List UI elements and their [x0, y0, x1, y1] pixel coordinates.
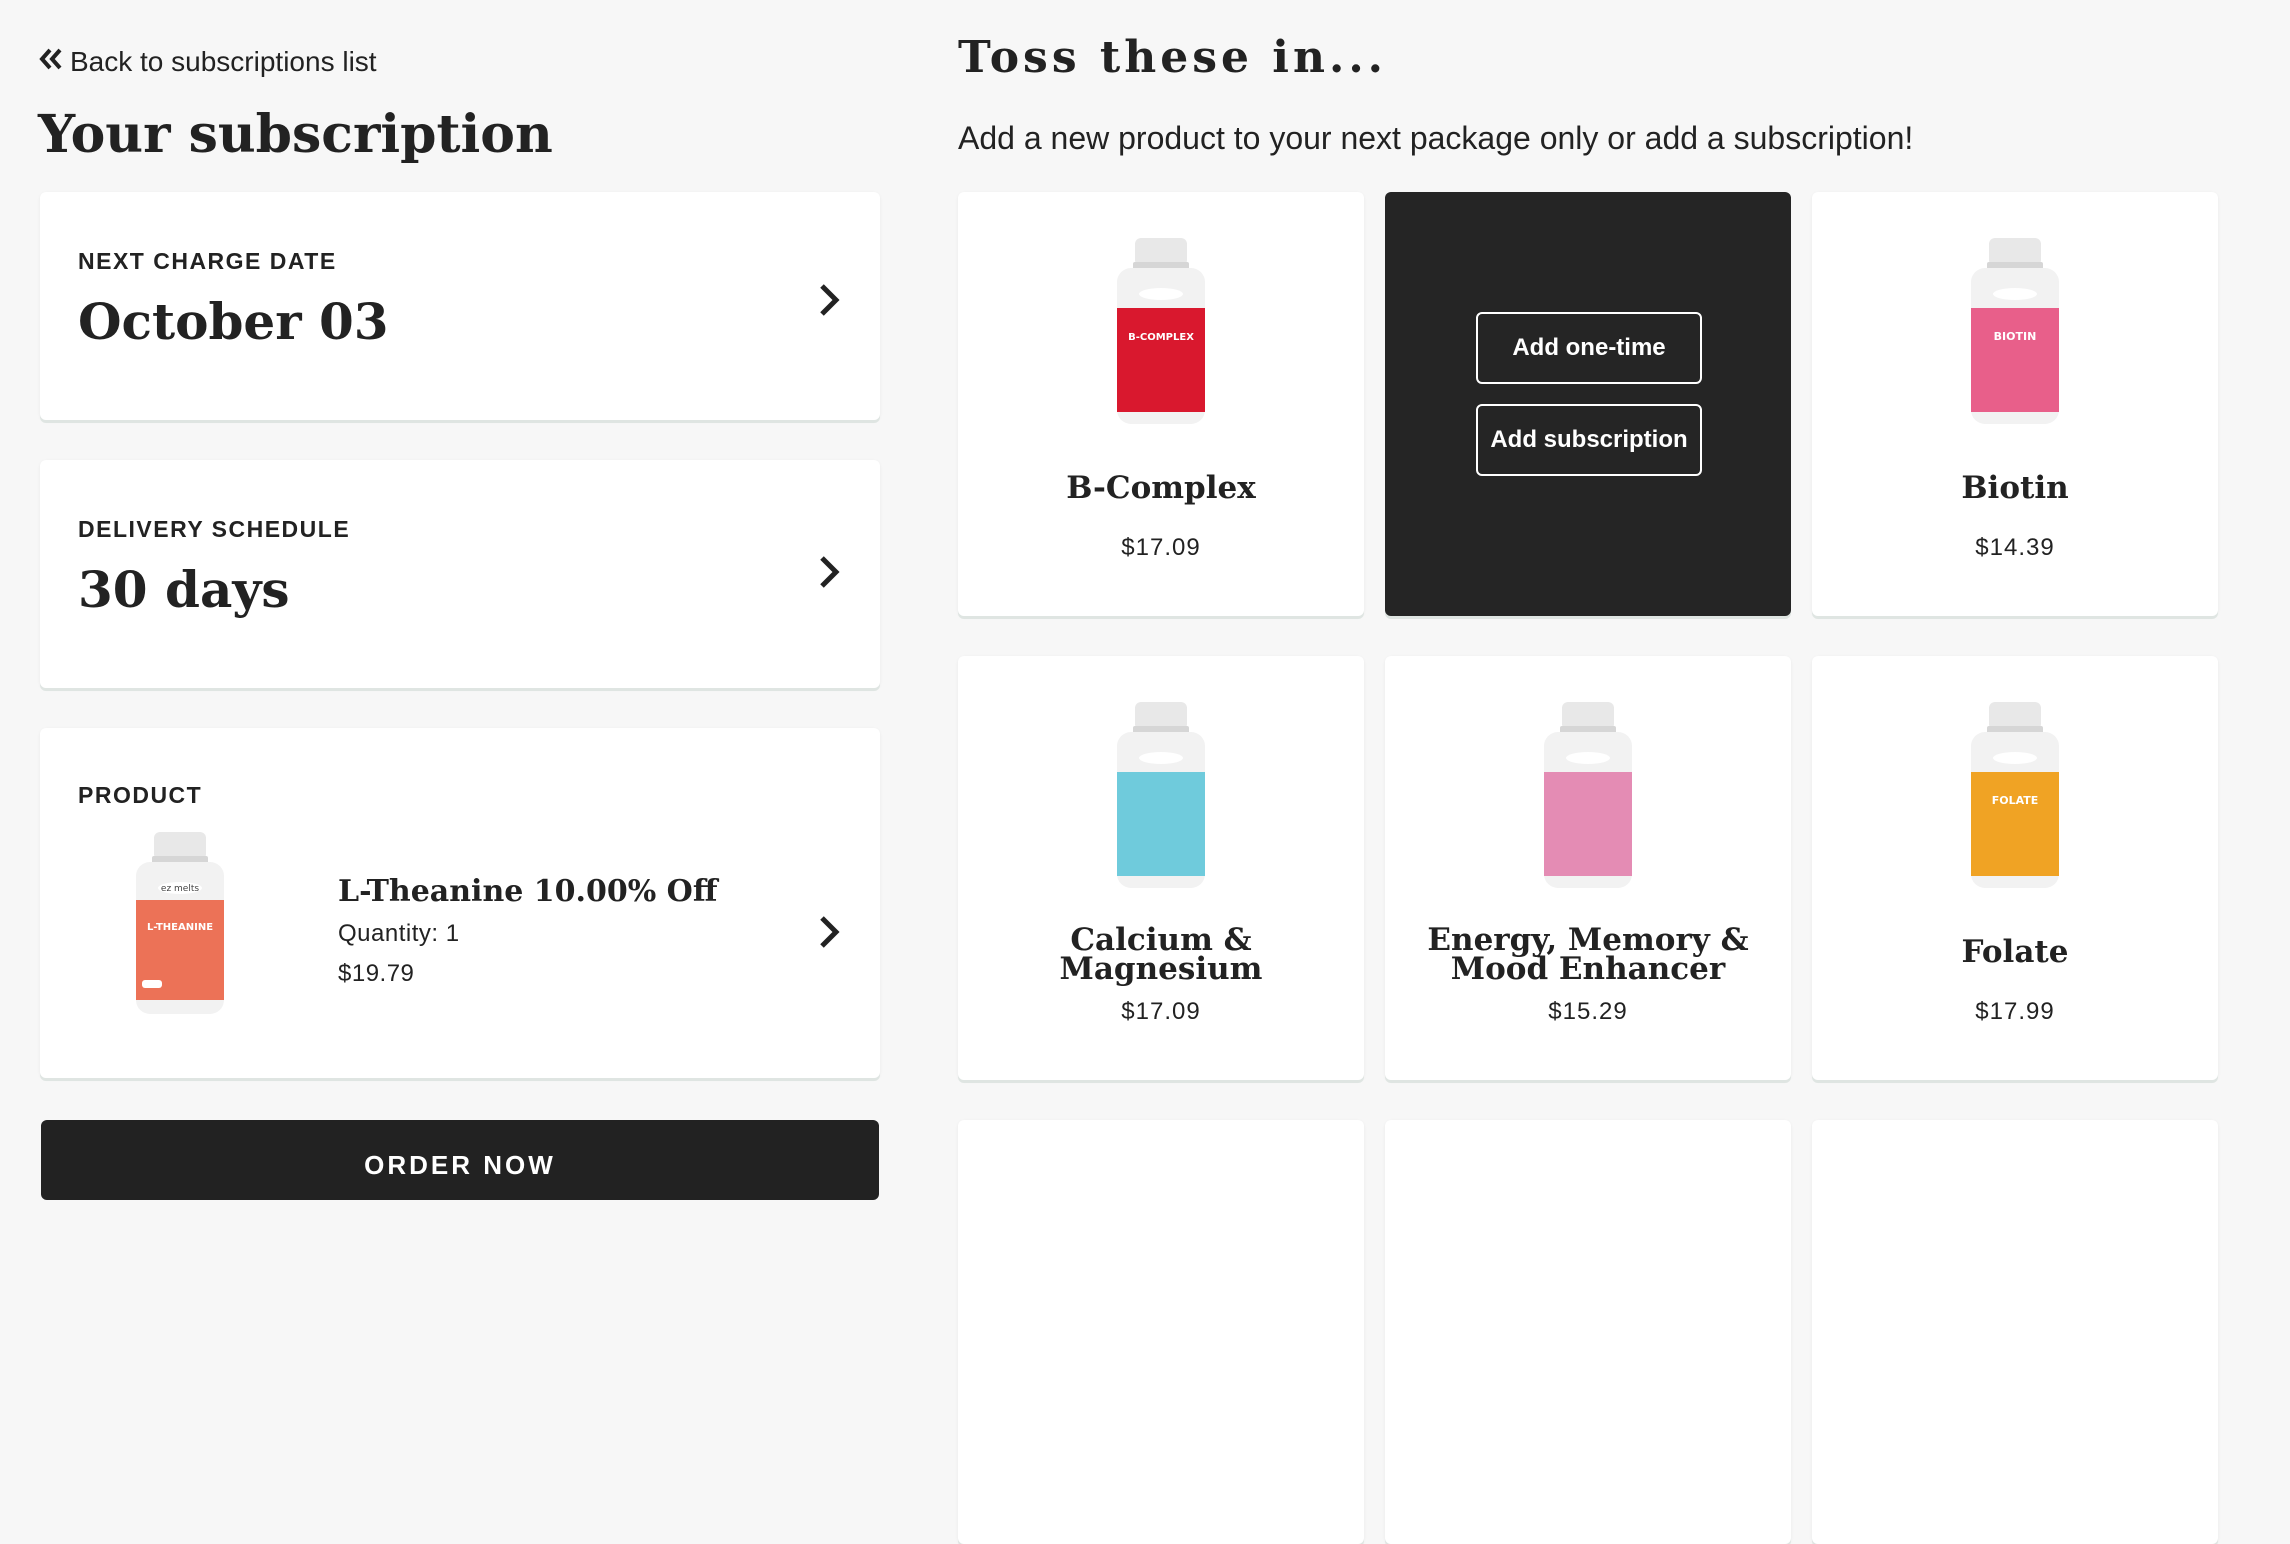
addons-subtitle: Add a new product to your next package o…	[958, 120, 1914, 156]
brand-logo-text: ez melts	[161, 884, 199, 894]
product-quantity: Quantity: 1	[338, 920, 460, 947]
delivery-schedule-label: DELIVERY SCHEDULE	[78, 516, 351, 542]
chevron-right-icon	[820, 556, 840, 588]
next-charge-label: NEXT CHARGE DATE	[78, 248, 337, 274]
product-price: $15.29	[1548, 998, 1628, 1025]
product-name-line-2: Magnesium	[1059, 951, 1263, 987]
order-now-button[interactable]: ORDER NOW	[41, 1120, 879, 1200]
bottle-label-text: L-THEANINE	[147, 922, 213, 933]
next-charge-date-card[interactable]: NEXT CHARGE DATE October 03	[40, 192, 880, 420]
back-link-label: Back to subscriptions list	[70, 46, 377, 77]
product-bottle-image: B-COMPLEX	[1117, 238, 1205, 424]
addons-title: Toss these in...	[958, 32, 1387, 83]
product-price: $17.09	[1121, 998, 1201, 1025]
product-name: Energy, Memory & Mood Enhancer	[1395, 925, 1781, 987]
product-name: Biotin	[1961, 470, 2069, 506]
product-card-folate[interactable]: FOLATE Folate $17.99	[1812, 656, 2218, 1080]
delivery-schedule-card[interactable]: DELIVERY SCHEDULE 30 days	[40, 460, 880, 688]
product-card-b-complex[interactable]: B-COMPLEX B-Complex $17.09	[958, 192, 1364, 616]
product-name: Folate	[1961, 934, 2069, 970]
product-price: $17.09	[1121, 534, 1201, 561]
product-price: $19.79	[338, 960, 415, 987]
product-name: Calcium & Magnesium	[968, 925, 1354, 987]
product-name-line-2: Mood Enhancer	[1450, 951, 1726, 987]
product-card-biotin[interactable]: BIOTIN Biotin $14.39	[1812, 192, 2218, 616]
product-bottle-image: ez melts L-THEANINE	[136, 832, 224, 1014]
product-price: $17.99	[1975, 998, 2055, 1025]
product-card-calcium-magnesium[interactable]: Calcium & Magnesium $17.09	[958, 656, 1364, 1080]
bottle-label-text: B-COMPLEX	[1128, 332, 1194, 343]
product-card-hover-overlay[interactable]: Add one-time Add subscription	[1385, 192, 1791, 616]
bottle-label-text: BIOTIN	[1994, 330, 2037, 343]
product-label: PRODUCT	[78, 782, 203, 808]
product-card-energy-memory-mood[interactable]: Energy, Memory & Mood Enhancer $15.29	[1385, 656, 1791, 1080]
product-bottle-image	[1117, 702, 1205, 888]
delivery-schedule-value: 30 days	[78, 560, 290, 619]
double-chevron-left-icon	[38, 46, 64, 78]
product-bottle-image	[1544, 702, 1632, 888]
product-card[interactable]: PRODUCT ez melts L-THEANINE L-Theanine 1…	[40, 728, 880, 1078]
product-card[interactable]	[1385, 1120, 1791, 1544]
add-subscription-button[interactable]: Add subscription	[1476, 404, 1702, 476]
bottle-label-text: FOLATE	[1992, 794, 2039, 807]
next-charge-value: October 03	[78, 292, 389, 351]
chevron-right-icon	[820, 916, 840, 948]
product-card[interactable]	[958, 1120, 1364, 1544]
product-bottle-image: FOLATE	[1971, 702, 2059, 888]
product-name: B-Complex	[1066, 470, 1256, 506]
product-card[interactable]	[1812, 1120, 2218, 1544]
product-bottle-image: BIOTIN	[1971, 238, 2059, 424]
chevron-right-icon	[820, 284, 840, 316]
add-one-time-button[interactable]: Add one-time	[1476, 312, 1702, 384]
product-name: L-Theanine 10.00% Off	[338, 874, 718, 909]
page-title: Your subscription	[38, 104, 553, 165]
product-price: $14.39	[1975, 534, 2055, 561]
back-to-subscriptions-link[interactable]: Back to subscriptions list	[38, 46, 377, 78]
